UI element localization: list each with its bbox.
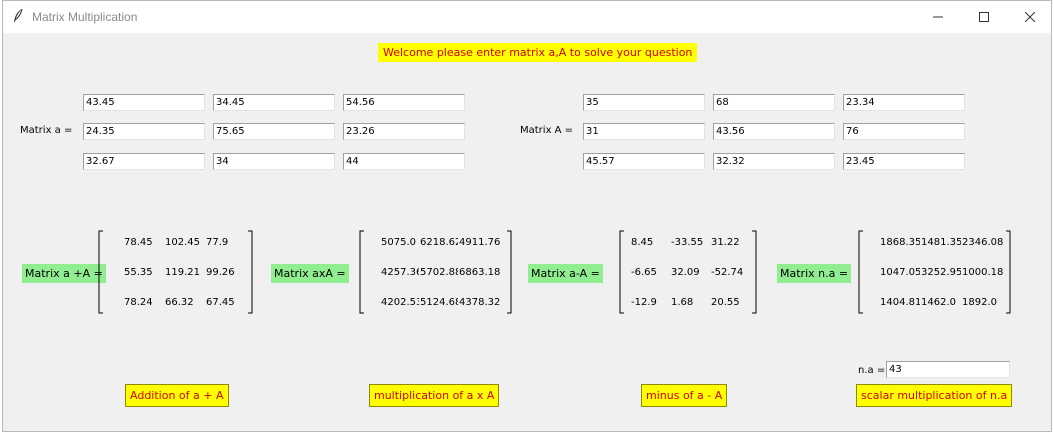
matrix-cell: 78.24 bbox=[124, 297, 153, 308]
matrix-cell: 1047.05 bbox=[880, 267, 920, 278]
scalar-input-label: n.a = bbox=[858, 365, 886, 376]
matrix-cell: 5075.0 bbox=[381, 237, 416, 248]
matrix-cell: -6.65 bbox=[631, 267, 657, 278]
title-bar[interactable]: Matrix Multiplication bbox=[3, 1, 1051, 33]
app-window: Matrix Multiplication Welcome please ent… bbox=[2, 0, 1052, 432]
matrix-A-field-1-1[interactable]: 43.56 bbox=[713, 123, 835, 140]
result-mul-matrix: 5075.0 6218.62 4911.76 4257.36 5702.88 6… bbox=[359, 230, 519, 314]
matrix-a-field-2-0[interactable]: 32.67 bbox=[83, 153, 205, 170]
matrix-cell: 6863.18 bbox=[459, 267, 501, 278]
matrix-A-field-0-1[interactable]: 68 bbox=[713, 94, 835, 111]
matrix-a-label: Matrix a = bbox=[20, 125, 73, 136]
scalar-input[interactable]: 43 bbox=[886, 361, 1010, 378]
matrix-a-field-1-1[interactable]: 75.65 bbox=[213, 123, 335, 140]
matrix-A-field-1-0[interactable]: 31 bbox=[583, 123, 705, 140]
matrix-cell: 4257.36 bbox=[381, 267, 419, 278]
right-bracket-icon bbox=[507, 230, 512, 314]
matrix-a-field-0-0[interactable]: 43.45 bbox=[83, 94, 205, 111]
matrix-cell: 8.45 bbox=[631, 237, 654, 248]
matrix-A-field-1-2[interactable]: 76 bbox=[843, 123, 965, 140]
matrix-cell: 1892.0 bbox=[962, 297, 997, 308]
matrix-cell: 4378.32 bbox=[459, 297, 501, 308]
matrix-cell: 1404.81 bbox=[880, 297, 920, 308]
result-scalar-label: Matrix n.a = bbox=[777, 264, 852, 283]
matrix-a-field-2-1[interactable]: 34 bbox=[213, 153, 335, 170]
matrix-A-field-0-2[interactable]: 23.34 bbox=[843, 94, 965, 111]
matrix-a-field-2-2[interactable]: 44 bbox=[343, 153, 465, 170]
matrix-cell: -52.74 bbox=[711, 267, 744, 278]
scalar-multiply-button[interactable]: scalar multiplication of n.a bbox=[856, 384, 1013, 407]
matrix-cell: 1481.35 bbox=[921, 237, 961, 248]
matrix-A-field-2-0[interactable]: 45.57 bbox=[583, 153, 705, 170]
close-button[interactable] bbox=[1007, 1, 1053, 33]
matrix-A-field-0-0[interactable]: 35 bbox=[583, 94, 705, 111]
matrix-A-label: Matrix A = bbox=[520, 125, 574, 136]
feather-icon bbox=[14, 8, 23, 22]
right-bracket-icon bbox=[248, 230, 253, 314]
matrix-cell: 4911.76 bbox=[459, 237, 501, 248]
matrix-A-field-2-2[interactable]: 23.45 bbox=[843, 153, 965, 170]
matrix-a-field-0-2[interactable]: 54.56 bbox=[343, 94, 465, 111]
matrix-cell: 1000.18 bbox=[962, 267, 1004, 278]
matrix-a-field-1-0[interactable]: 24.35 bbox=[83, 123, 205, 140]
close-icon bbox=[1025, 12, 1035, 22]
left-bracket-icon bbox=[619, 230, 624, 314]
matrix-cell: 2346.08 bbox=[962, 237, 1004, 248]
matrix-cell: 99.26 bbox=[206, 267, 235, 278]
matrix-cell: 78.45 bbox=[124, 237, 153, 248]
matrix-cell: -33.55 bbox=[671, 237, 704, 248]
result-sub-matrix: 8.45 -33.55 31.22 -6.65 32.09 -52.74 -12… bbox=[619, 230, 779, 314]
left-bracket-icon bbox=[359, 230, 364, 314]
window-title: Matrix Multiplication bbox=[32, 10, 138, 24]
result-scalar-matrix: 1868.35 1481.35 2346.08 1047.05 3252.95 … bbox=[858, 230, 1018, 314]
minimize-button[interactable] bbox=[915, 1, 961, 33]
right-bracket-icon bbox=[1006, 230, 1011, 314]
matrix-cell: 55.35 bbox=[124, 267, 153, 278]
maximize-button[interactable] bbox=[961, 1, 1007, 33]
matrix-cell: 67.45 bbox=[206, 297, 235, 308]
left-bracket-icon bbox=[98, 230, 103, 314]
right-bracket-icon bbox=[752, 230, 757, 314]
matrix-a-field-1-2[interactable]: 23.26 bbox=[343, 123, 465, 140]
matrix-cell: 119.21 bbox=[165, 267, 200, 278]
result-add-label: Matrix a +A = bbox=[22, 264, 106, 283]
result-sub-label: Matrix a-A = bbox=[528, 264, 603, 283]
result-mul-label: Matrix axA = bbox=[271, 264, 349, 283]
matrix-cell: 66.32 bbox=[165, 297, 194, 308]
matrix-cell: 77.9 bbox=[206, 237, 229, 248]
matrix-cell: 6218.62 bbox=[420, 237, 458, 248]
matrix-cell: 5702.88 bbox=[420, 267, 458, 278]
matrix-cell: 5124.68 bbox=[420, 297, 458, 308]
matrix-cell: 20.55 bbox=[711, 297, 740, 308]
add-button[interactable]: Addition of a + A bbox=[125, 384, 229, 407]
left-bracket-icon bbox=[858, 230, 863, 314]
matrix-cell: 3252.95 bbox=[921, 267, 961, 278]
subtract-button[interactable]: minus of a - A bbox=[641, 384, 728, 407]
result-add-matrix: 78.45 102.45 77.9 55.35 119.21 99.26 78.… bbox=[98, 230, 258, 314]
multiply-button[interactable]: multiplication of a x A bbox=[369, 384, 500, 407]
matrix-A-field-2-1[interactable]: 32.32 bbox=[713, 153, 835, 170]
matrix-cell: 1.68 bbox=[671, 297, 694, 308]
matrix-cell: 1868.35 bbox=[880, 237, 920, 248]
matrix-cell: 102.45 bbox=[165, 237, 200, 248]
matrix-cell: 32.09 bbox=[671, 267, 700, 278]
minimize-icon bbox=[933, 16, 943, 18]
maximize-icon bbox=[979, 12, 989, 22]
welcome-banner: Welcome please enter matrix a,A to solve… bbox=[378, 43, 698, 62]
matrix-cell: -12.9 bbox=[631, 297, 657, 308]
matrix-cell: 4202.53 bbox=[381, 297, 419, 308]
matrix-cell: 31.22 bbox=[711, 237, 740, 248]
matrix-a-field-0-1[interactable]: 34.45 bbox=[213, 94, 335, 111]
matrix-cell: 1462.0 bbox=[921, 297, 956, 308]
